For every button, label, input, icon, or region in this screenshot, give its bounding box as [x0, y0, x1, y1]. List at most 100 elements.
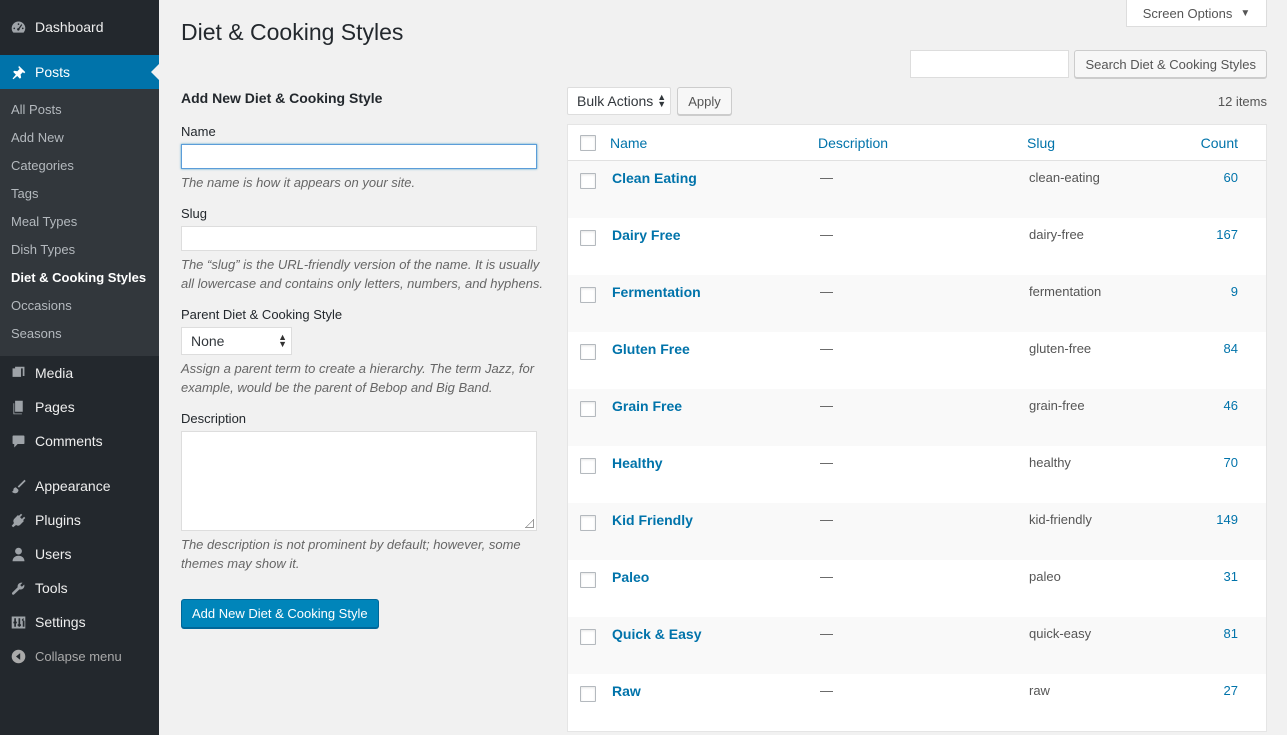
pages-icon — [9, 398, 27, 416]
submenu-diet-cooking-styles[interactable]: Diet & Cooking Styles — [0, 264, 159, 292]
term-count-link[interactable]: 84 — [1224, 341, 1238, 356]
term-count-link[interactable]: 9 — [1231, 284, 1238, 299]
term-name-link[interactable]: Quick & Easy — [610, 626, 702, 642]
submenu-seasons[interactable]: Seasons — [0, 320, 159, 348]
term-slug: clean-eating — [1029, 170, 1100, 185]
name-input[interactable] — [181, 144, 537, 169]
term-count-link[interactable]: 46 — [1224, 398, 1238, 413]
submenu-add-new[interactable]: Add New — [0, 124, 159, 152]
term-count-link[interactable]: 60 — [1224, 170, 1238, 185]
term-count-link[interactable]: 27 — [1224, 683, 1238, 698]
pin-icon — [9, 63, 27, 81]
row-checkbox[interactable] — [580, 572, 596, 588]
bulk-actions-select[interactable]: Bulk Actions ▲ ▼ — [567, 87, 672, 115]
table-row: Clean Eating — clean-eating 60 — [568, 161, 1266, 218]
term-description: — — [820, 170, 833, 185]
submenu-occasions[interactable]: Occasions — [0, 292, 159, 320]
column-header-description[interactable]: Description — [818, 135, 888, 151]
term-slug: fermentation — [1029, 284, 1102, 299]
table-body: Clean Eating — clean-eating 60 Dairy Fre… — [568, 161, 1266, 731]
bulk-actions-value: Bulk Actions — [577, 93, 654, 109]
description-textarea[interactable] — [181, 431, 537, 531]
menu-comments[interactable]: Comments — [0, 424, 159, 458]
term-slug: healthy — [1029, 455, 1071, 470]
parent-help: Assign a parent term to create a hierarc… — [181, 361, 535, 395]
name-label: Name — [181, 124, 216, 139]
search-button[interactable]: Search Diet & Cooking Styles — [1074, 50, 1267, 78]
term-name-link[interactable]: Paleo — [610, 569, 649, 585]
search-input[interactable] — [910, 50, 1070, 78]
add-new-term-button[interactable]: Add New Diet & Cooking Style — [181, 599, 379, 628]
table-nav: Bulk Actions ▲ ▼ Apply 12 items — [567, 87, 1267, 115]
screen-options-button[interactable]: Screen Options ▼ — [1126, 0, 1267, 27]
items-count: 12 items — [1217, 93, 1267, 109]
term-name-link[interactable]: Grain Free — [610, 398, 682, 414]
slug-help: The “slug” is the URL-friendly version o… — [181, 257, 544, 291]
row-checkbox[interactable] — [580, 515, 596, 531]
row-checkbox[interactable] — [580, 401, 596, 417]
menu-pages[interactable]: Pages — [0, 390, 159, 424]
media-icon — [9, 364, 27, 382]
row-checkbox[interactable] — [580, 686, 596, 702]
menu-dashboard[interactable]: Dashboard — [0, 10, 159, 44]
slug-input[interactable] — [181, 226, 537, 251]
slug-label: Slug — [181, 206, 208, 221]
submenu-all-posts[interactable]: All Posts — [0, 96, 159, 124]
term-description: — — [820, 341, 833, 356]
row-checkbox[interactable] — [580, 629, 596, 645]
row-checkbox[interactable] — [580, 173, 596, 189]
table-row: Dairy Free — dairy-free 167 — [568, 218, 1266, 275]
term-description: — — [820, 626, 833, 641]
menu-tools[interactable]: Tools — [0, 571, 159, 605]
term-description: — — [820, 569, 833, 584]
term-count-link[interactable]: 70 — [1224, 455, 1238, 470]
menu-appearance[interactable]: Appearance — [0, 469, 159, 503]
search-box: Search Diet & Cooking Styles — [910, 50, 1267, 78]
parent-label: Parent Diet & Cooking Style — [181, 307, 343, 322]
apply-button[interactable]: Apply — [677, 87, 732, 115]
row-checkbox[interactable] — [580, 344, 596, 360]
term-count-link[interactable]: 31 — [1224, 569, 1238, 584]
submenu-dish-types[interactable]: Dish Types — [0, 236, 159, 264]
column-header-count[interactable]: Count — [1201, 135, 1238, 151]
settings-icon — [9, 613, 27, 631]
term-slug: dairy-free — [1029, 227, 1084, 242]
menu-pages-label: Pages — [35, 399, 75, 415]
menu-posts-label: Posts — [35, 64, 71, 80]
row-checkbox[interactable] — [580, 230, 596, 246]
menu-settings[interactable]: Settings — [0, 605, 159, 639]
row-checkbox[interactable] — [580, 287, 596, 303]
term-name-link[interactable]: Healthy — [610, 455, 663, 471]
term-name-link[interactable]: Clean Eating — [610, 170, 697, 186]
term-count-link[interactable]: 167 — [1216, 227, 1238, 242]
menu-media[interactable]: Media — [0, 356, 159, 390]
collapse-menu[interactable]: Collapse menu — [0, 639, 159, 673]
term-name-link[interactable]: Gluten Free — [610, 341, 690, 357]
submenu-tags[interactable]: Tags — [0, 180, 159, 208]
menu-posts[interactable]: Posts — [0, 55, 159, 89]
table-row: Fermentation — fermentation 9 — [568, 275, 1266, 332]
column-header-name[interactable]: Name — [610, 135, 647, 151]
add-term-form: Add New Diet & Cooking Style Name The na… — [181, 90, 553, 628]
submenu-meal-types[interactable]: Meal Types — [0, 208, 159, 236]
table-row: Kid Friendly — kid-friendly 149 — [568, 503, 1266, 560]
term-name-link[interactable]: Dairy Free — [610, 227, 680, 243]
term-slug: quick-easy — [1029, 626, 1092, 641]
term-name-link[interactable]: Kid Friendly — [610, 512, 693, 528]
row-checkbox[interactable] — [580, 458, 596, 474]
term-name-link[interactable]: Fermentation — [610, 284, 701, 300]
page-title: Diet & Cooking Styles — [181, 19, 404, 45]
term-name-link[interactable]: Raw — [610, 683, 641, 699]
parent-select[interactable]: None ▲ ▼ — [181, 327, 292, 355]
menu-plugins[interactable]: Plugins — [0, 503, 159, 537]
term-description: — — [820, 227, 833, 242]
parent-select-value: None — [191, 333, 225, 349]
menu-users[interactable]: Users — [0, 537, 159, 571]
menu-separator — [0, 458, 159, 469]
term-count-link[interactable]: 149 — [1216, 512, 1238, 527]
admin-sidebar: Dashboard Posts All Posts Add New Catego… — [0, 0, 159, 735]
column-header-slug[interactable]: Slug — [1027, 135, 1055, 151]
submenu-categories[interactable]: Categories — [0, 152, 159, 180]
term-count-link[interactable]: 81 — [1224, 626, 1238, 641]
select-all-checkbox[interactable] — [580, 134, 596, 151]
